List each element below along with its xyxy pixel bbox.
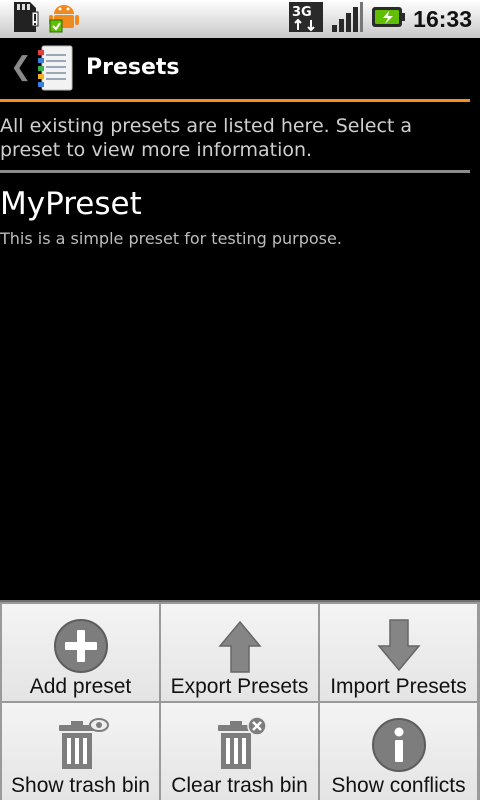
export-presets-button[interactable]: Export Presets (161, 604, 318, 701)
3g-data-icon: 3G (289, 0, 324, 38)
list-divider (0, 170, 470, 173)
trash-bin-view-icon (53, 717, 109, 773)
show-conflicts-button[interactable]: Show conflicts (320, 703, 477, 800)
back-chevron-icon[interactable]: ❮ (10, 52, 32, 82)
android-debug-icon (48, 0, 80, 38)
notification-area[interactable] (10, 2, 80, 36)
clock: 16:33 (413, 5, 472, 32)
options-menu: Add preset Export Presets Import Presets (0, 600, 480, 800)
menu-item-label: Show trash bin (11, 774, 150, 797)
page-title: Presets (86, 55, 180, 80)
intro-text: All existing presets are listed here. Se… (0, 115, 413, 161)
preset-list-item[interactable]: MyPreset This is a simple preset for tes… (0, 184, 470, 254)
trash-bin-clear-icon (212, 716, 268, 773)
add-preset-button[interactable]: Add preset (2, 604, 159, 701)
battery-charging-icon (371, 5, 406, 33)
arrow-down-icon (371, 618, 427, 674)
import-presets-button[interactable]: Import Presets (320, 604, 477, 701)
plus-circle-icon (53, 618, 109, 674)
title-divider (0, 99, 470, 102)
arrow-up-icon (212, 618, 268, 674)
svg-text:3G: 3G (292, 5, 312, 20)
menu-item-label: Import Presets (330, 675, 467, 698)
info-circle-icon (371, 717, 427, 773)
signal-strength-icon (331, 1, 364, 37)
app-notebook-icon[interactable] (36, 44, 74, 92)
menu-item-label: Clear trash bin (171, 774, 308, 797)
sd-card-warning-icon (10, 0, 42, 38)
clear-trash-bin-button[interactable]: Clear trash bin (161, 703, 318, 800)
preset-name: MyPreset (0, 186, 142, 222)
menu-item-label: Add preset (29, 675, 132, 698)
menu-item-label: Show conflicts (331, 774, 466, 797)
show-trash-bin-button[interactable]: Show trash bin (2, 703, 159, 800)
menu-item-label: Export Presets (170, 675, 309, 698)
status-bar: 3G 16:33 (0, 0, 480, 38)
preset-description: This is a simple preset for testing purp… (0, 229, 342, 248)
title-bar: ❮ Presets (0, 38, 480, 100)
